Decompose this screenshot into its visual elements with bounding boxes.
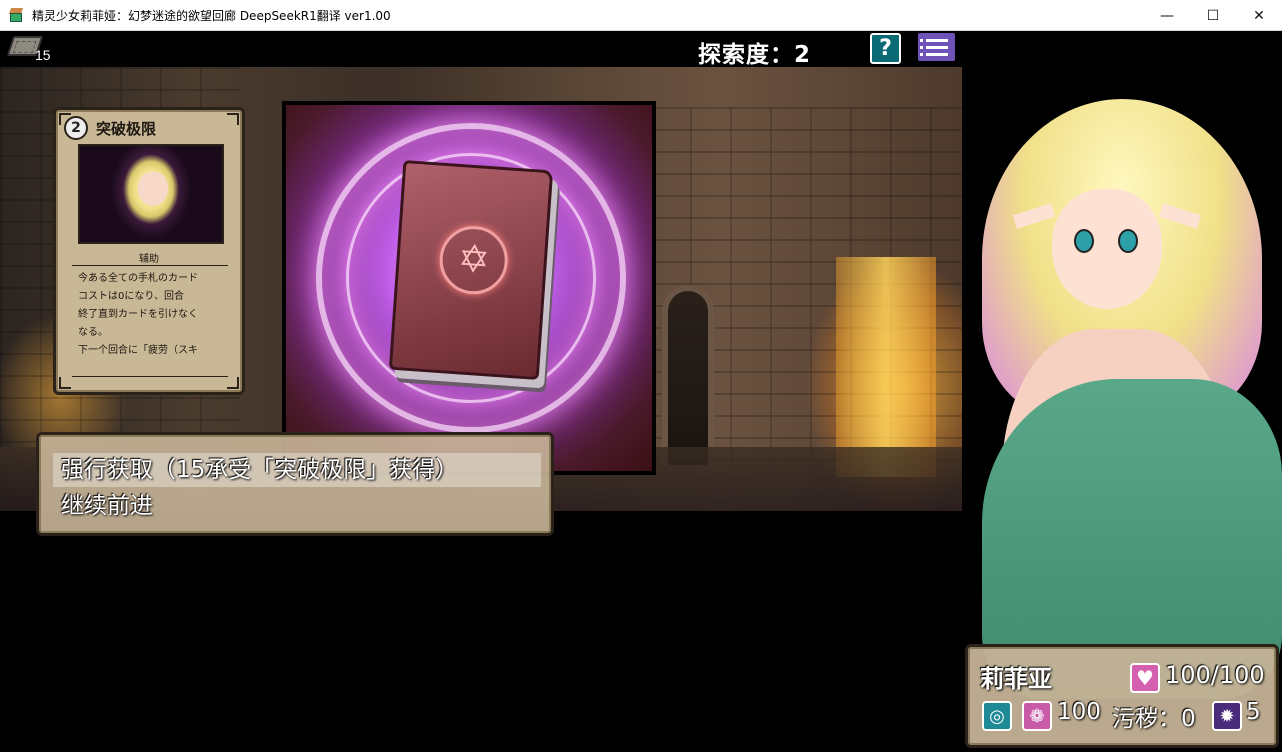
menu-button[interactable] <box>918 33 955 61</box>
card-name: 突破极限 <box>96 120 157 138</box>
heart-icon: ♥ <box>1130 663 1160 693</box>
card-desc-line: 下一个回合に「疲劳（スキ <box>78 345 198 356</box>
card-desc-line: 終了直到カードを引けなく <box>78 309 198 320</box>
help-button[interactable]: ? <box>870 33 901 64</box>
filth-value: 污秽：0 <box>1112 706 1196 732</box>
menu-icon <box>920 38 948 42</box>
event-image <box>282 101 656 475</box>
card-desc-line: なる。 <box>78 327 108 338</box>
window-titlebar: 精灵少女莉菲娅：幻梦迷途的欲望回廊 DeepSeekR1翻译 ver1.00 —… <box>0 0 1282 31</box>
app-icon <box>8 7 24 23</box>
card-cost: 2 <box>64 116 88 140</box>
maximize-button[interactable]: ☐ <box>1190 0 1236 31</box>
window-title: 精灵少女莉菲娅：幻梦迷途的欲望回廊 DeepSeekR1翻译 ver1.00 <box>32 8 391 23</box>
card-art <box>78 144 224 244</box>
choice-continue[interactable]: 继续前进 <box>53 489 153 523</box>
card-desc-line: コストは0になり、回合 <box>78 291 184 302</box>
choice-force-acquire[interactable]: 强行获取（15承受「突破极限」获得） <box>53 453 541 487</box>
hp-value: 100/100 <box>1165 661 1265 689</box>
deck-icon[interactable]: 15 <box>6 34 51 63</box>
card-type: 辅助 <box>139 254 159 265</box>
game-viewport: 15 探索度：2 ? 2 突破极限 辅助 今ある全ての手札のカード コストは0に <box>0 31 1282 752</box>
card-desc-line: 今ある全ての手札のカード <box>78 273 198 284</box>
hud-topbar: 15 探索度：2 ? <box>0 31 962 68</box>
minimize-button[interactable]: — <box>1144 0 1190 31</box>
help-icon: ? <box>879 36 892 61</box>
stat-value: 100 <box>1057 699 1101 725</box>
status-panel: 莉菲亚 ♥ 100/100 ◎ ❁ 100 污秽：0 ✹ 5 <box>965 644 1279 748</box>
spiral-icon: ◎ <box>982 701 1012 731</box>
pentagram-seal <box>437 223 510 297</box>
curse-value: 5 <box>1246 699 1261 725</box>
character-name: 莉菲亚 <box>980 665 1052 693</box>
character-portrait <box>962 89 1282 699</box>
card-description: 今ある全ての手札のカード コストは0になり、回合 終了直到カードを引けなく なる… <box>78 270 228 360</box>
lit-doorway <box>836 257 936 477</box>
choice-window: 强行获取（15承受「突破极限」获得） 继续前进 <box>36 432 554 536</box>
exploration-level: 探索度：2 <box>698 42 812 68</box>
demon-icon: ✹ <box>1212 701 1242 731</box>
rose-icon: ❁ <box>1022 701 1052 731</box>
reward-card[interactable]: 2 突破极限 辅助 今ある全ての手札のカード コストは0になり、回合 終了直到カ… <box>53 107 245 395</box>
close-button[interactable]: ✕ <box>1236 0 1282 31</box>
stone-archway <box>662 285 714 465</box>
grimoire-book <box>388 160 554 380</box>
deck-count: 15 <box>35 47 51 63</box>
